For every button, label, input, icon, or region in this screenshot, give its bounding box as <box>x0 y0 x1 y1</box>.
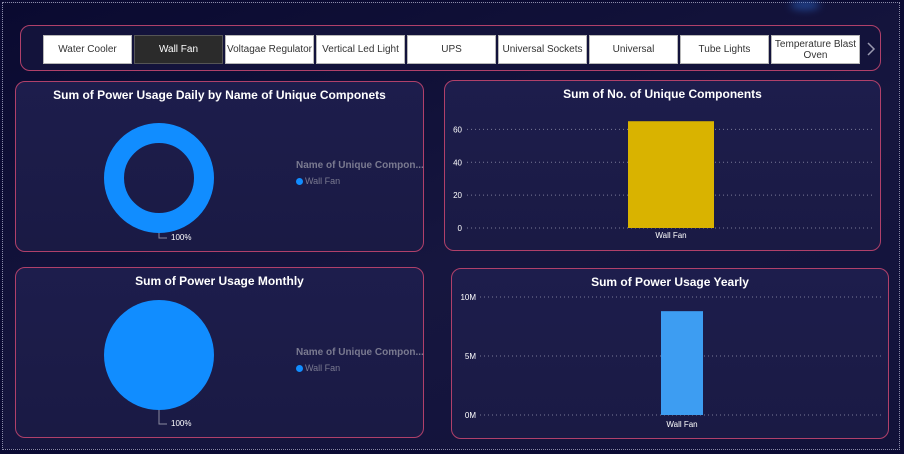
chevron-right-icon[interactable] <box>866 41 876 57</box>
bar-chart-yearly: 0M 5M 10M Wall Fan <box>460 293 884 429</box>
card-daily-power: Sum of Power Usage Daily by Name of Uniq… <box>15 81 424 252</box>
y-tick-label: 10M <box>460 293 476 302</box>
legend-label: Wall Fan <box>305 363 341 373</box>
legend-marker <box>296 177 303 185</box>
slicer-tile-vertical-led-light[interactable]: Vertical Led Light <box>316 35 405 64</box>
legend-label: Wall Fan <box>305 176 341 186</box>
card-monthly-power: Sum of Power Usage Monthly 100% Name of … <box>15 267 424 438</box>
card-unique-components: Sum of No. of Unique Components 0 20 40 60 W… <box>444 80 881 251</box>
slicer-tile-temperature-blast-oven[interactable]: Temperature Blast Oven <box>771 35 860 64</box>
data-label-leader <box>158 233 167 239</box>
x-tick-label: Wall Fan <box>666 420 697 429</box>
data-label-monthly: 100% <box>171 419 191 428</box>
y-tick-label: 5M <box>465 352 476 361</box>
decorative-glow <box>790 0 820 10</box>
slicer-tile-universal[interactable]: Universal <box>589 35 678 64</box>
legend-item-wall-fan[interactable]: Wall Fan <box>296 176 340 186</box>
y-tick-label: 0M <box>465 411 476 420</box>
slicer-tile-voltagae-regulator[interactable]: Voltagae Regulator <box>225 35 314 64</box>
card-yearly-power: Sum of Power Usage Yearly 0M 5M 10M Wall Fa… <box>451 268 889 439</box>
y-tick-label: 20 <box>453 191 462 200</box>
y-tick-label: 60 <box>453 125 462 134</box>
legend-marker <box>296 364 303 372</box>
x-tick-label: Wall Fan <box>655 231 686 240</box>
data-label-leader <box>158 410 167 425</box>
pie-slice-wall-fan[interactable] <box>104 300 214 410</box>
legend-title-monthly: Name of Unique Compon... <box>296 347 424 358</box>
y-tick-label: 0 <box>458 224 463 233</box>
slicer-tile-universal-sockets[interactable]: Universal Sockets <box>498 35 587 64</box>
y-tick-label: 40 <box>453 158 462 167</box>
legend-item-wall-fan[interactable]: Wall Fan <box>296 363 340 373</box>
bar-chart-count: 0 20 40 60 Wall Fan <box>453 121 875 240</box>
data-label-daily: 100% <box>171 233 191 242</box>
slicer-tile-tube-lights[interactable]: Tube Lights <box>680 35 769 64</box>
legend-title-daily: Name of Unique Compon... <box>296 160 424 171</box>
slicer-tile-wall-fan[interactable]: Wall Fan <box>134 35 223 64</box>
slicer-tile-ups[interactable]: UPS <box>407 35 496 64</box>
bar-wall-fan[interactable] <box>661 311 703 415</box>
donut-slice-wall-fan[interactable] <box>104 123 214 233</box>
bar-wall-fan[interactable] <box>628 121 714 228</box>
slicer-tile-water-cooler[interactable]: Water Cooler <box>43 35 132 64</box>
